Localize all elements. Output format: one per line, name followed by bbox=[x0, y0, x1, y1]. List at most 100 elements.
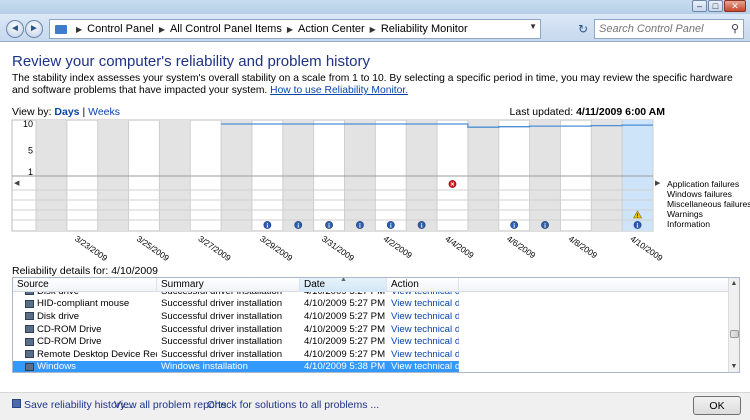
cell-action[interactable]: View technical d... bbox=[387, 311, 459, 322]
table-row[interactable]: Disk drive Successful driver installation… bbox=[13, 310, 729, 323]
address-bar[interactable]: ▶ Control Panel ▶ All Control Panel Item… bbox=[49, 19, 541, 39]
view-by-separator: | bbox=[82, 106, 86, 118]
cell-action-text: View technical d... bbox=[391, 323, 459, 335]
cell-source: Disk drive bbox=[13, 311, 157, 322]
reliability-chart[interactable]: 10 5 1 × i i i i i i i i! i Application failures Windo… bbox=[0, 118, 750, 268]
cell-summary: Successful driver installation bbox=[157, 298, 300, 309]
cell-date: 4/10/2009 5:27 PM bbox=[300, 311, 387, 322]
cell-date: 4/10/2009 5:27 PM bbox=[300, 336, 387, 347]
cell-date-text: 4/10/2009 5:27 PM bbox=[304, 336, 386, 348]
info-icon-glyph: i bbox=[297, 223, 299, 230]
x-tick-label: 3/29/2009 bbox=[258, 233, 295, 263]
device-icon bbox=[25, 325, 34, 334]
category-label: Miscellaneous failures bbox=[667, 199, 750, 209]
window-controls: – □ ✕ bbox=[691, 0, 746, 12]
table-row[interactable]: Windows Windows installation 4/10/2009 5:3… bbox=[13, 361, 729, 372]
cell-source: Windows bbox=[13, 361, 157, 372]
x-tick-label: 4/2/2009 bbox=[382, 233, 415, 260]
x-tick-label: 3/31/2009 bbox=[320, 233, 357, 263]
y-tick-label: 10 bbox=[23, 119, 33, 129]
cell-date: 4/10/2009 5:27 PM bbox=[300, 349, 387, 360]
cell-summary: Successful driver installation bbox=[157, 324, 300, 335]
reliability-chart-svg[interactable]: 10 5 1 × i i i i i i i i! i Application failuresWindo… bbox=[0, 118, 750, 268]
chart-scroll-right-icon: ▶ bbox=[655, 179, 661, 187]
maximize-button[interactable]: □ bbox=[708, 0, 723, 12]
cell-action[interactable]: View technical d... bbox=[387, 349, 459, 360]
chart-scroll-left-icon: ◀ bbox=[14, 179, 20, 187]
reliability-details-table[interactable]: Disk drive Successful driver installation… bbox=[12, 277, 740, 373]
refresh-button[interactable]: ↻ bbox=[575, 22, 591, 38]
category-label: Warnings bbox=[667, 209, 703, 219]
breadcrumb-reliability-monitor[interactable]: Reliability Monitor bbox=[381, 23, 468, 35]
table-row[interactable]: Remote Desktop Device Redirecto... Succes… bbox=[13, 348, 729, 361]
view-by-weeks[interactable]: Weeks bbox=[88, 106, 120, 118]
category-label: Windows failures bbox=[667, 189, 732, 199]
control-panel-icon bbox=[55, 24, 67, 34]
breadcrumb-chevron-icon[interactable]: ▶ bbox=[287, 25, 293, 34]
device-icon bbox=[25, 362, 34, 371]
column-header-action[interactable]: Action bbox=[387, 278, 459, 292]
breadcrumb-action-center[interactable]: Action Center bbox=[298, 23, 365, 35]
breadcrumb-chevron-icon[interactable]: ▶ bbox=[159, 25, 165, 34]
cell-summary: Successful driver installation bbox=[157, 349, 300, 360]
check-for-solutions-link[interactable]: Check for solutions to all problems ... bbox=[207, 399, 379, 411]
x-tick-label: 3/27/2009 bbox=[197, 233, 234, 263]
cell-action[interactable]: View technical d... bbox=[387, 324, 459, 335]
info-icon-glyph: i bbox=[390, 223, 392, 230]
table-scrollbar[interactable]: ▲ ▼ bbox=[728, 278, 739, 372]
ok-button[interactable]: OK bbox=[693, 396, 741, 415]
x-tick-label: 3/23/2009 bbox=[73, 233, 110, 263]
cell-source-text: Remote Desktop Device Redirecto... bbox=[37, 348, 157, 360]
minimize-button[interactable]: – bbox=[692, 0, 707, 12]
breadcrumb-all-items[interactable]: All Control Panel Items bbox=[170, 23, 282, 35]
save-icon bbox=[12, 399, 21, 408]
info-icon-glyph: i bbox=[359, 223, 361, 230]
breadcrumb-chevron-icon[interactable]: ▶ bbox=[76, 25, 82, 34]
x-tick-label: 4/6/2009 bbox=[505, 233, 538, 260]
breadcrumb-chevron-icon[interactable]: ▶ bbox=[370, 25, 376, 34]
search-input[interactable] bbox=[595, 20, 725, 38]
cell-summary-text: Successful driver installation bbox=[161, 348, 283, 360]
cell-action[interactable]: View technical d... bbox=[387, 361, 459, 372]
sort-ascending-icon: ▲ bbox=[340, 277, 347, 283]
footer-bar: Save reliability history... View all pro… bbox=[0, 392, 750, 420]
view-by-days[interactable]: Days bbox=[54, 106, 79, 118]
y-tick-label: 5 bbox=[28, 146, 33, 156]
table-row[interactable]: HID-compliant mouse Successful driver ins… bbox=[13, 298, 729, 311]
info-icon-glyph: i bbox=[328, 223, 330, 230]
x-tick-label: 4/10/2009 bbox=[628, 233, 665, 263]
cell-action[interactable]: View technical d... bbox=[387, 336, 459, 347]
breadcrumb-control-panel[interactable]: Control Panel bbox=[87, 23, 154, 35]
cell-action[interactable]: View technical d... bbox=[387, 298, 459, 309]
scroll-up-icon[interactable]: ▲ bbox=[729, 278, 739, 289]
last-updated-label: Last updated: bbox=[509, 106, 574, 118]
cell-date-text: 4/10/2009 5:27 PM bbox=[304, 310, 386, 322]
column-header-summary[interactable]: Summary bbox=[157, 278, 300, 292]
page-title: Review your computer's reliability and p… bbox=[12, 53, 371, 70]
scrollbar-thumb[interactable] bbox=[730, 330, 739, 338]
column-header-date[interactable]: ▲ Date bbox=[300, 278, 387, 292]
search-box[interactable]: ⚲ bbox=[594, 19, 744, 39]
table-row[interactable]: CD-ROM Drive Successful driver installati… bbox=[13, 335, 729, 348]
info-icon-glyph: i bbox=[513, 223, 515, 230]
cell-source-text: Disk drive bbox=[37, 310, 80, 322]
category-label: Application failures bbox=[667, 179, 739, 189]
column-header-source[interactable]: Source bbox=[13, 278, 157, 292]
device-icon bbox=[25, 299, 34, 308]
how-to-use-link[interactable]: How to use Reliability Monitor. bbox=[270, 85, 408, 96]
table-row[interactable]: CD-ROM Drive Successful driver installati… bbox=[13, 323, 729, 336]
search-icon[interactable]: ⚲ bbox=[731, 22, 739, 35]
address-dropdown-icon[interactable]: ▼ bbox=[529, 22, 537, 31]
forward-button[interactable]: ► bbox=[25, 20, 43, 38]
cell-summary: Successful driver installation bbox=[157, 336, 300, 347]
view-by-control: View by: Days | Weeks bbox=[12, 106, 120, 118]
x-tick-label: 4/4/2009 bbox=[443, 233, 476, 260]
device-icon bbox=[25, 312, 34, 321]
back-button[interactable]: ◄ bbox=[6, 20, 24, 38]
scroll-down-icon[interactable]: ▼ bbox=[729, 361, 739, 372]
cell-summary: Successful driver installation bbox=[157, 311, 300, 322]
close-button[interactable]: ✕ bbox=[724, 0, 746, 12]
cell-source-text: HID-compliant mouse bbox=[37, 298, 130, 310]
view-by-label: View by: bbox=[12, 106, 52, 118]
intro-paragraph: The stability index assesses your system… bbox=[12, 73, 742, 97]
